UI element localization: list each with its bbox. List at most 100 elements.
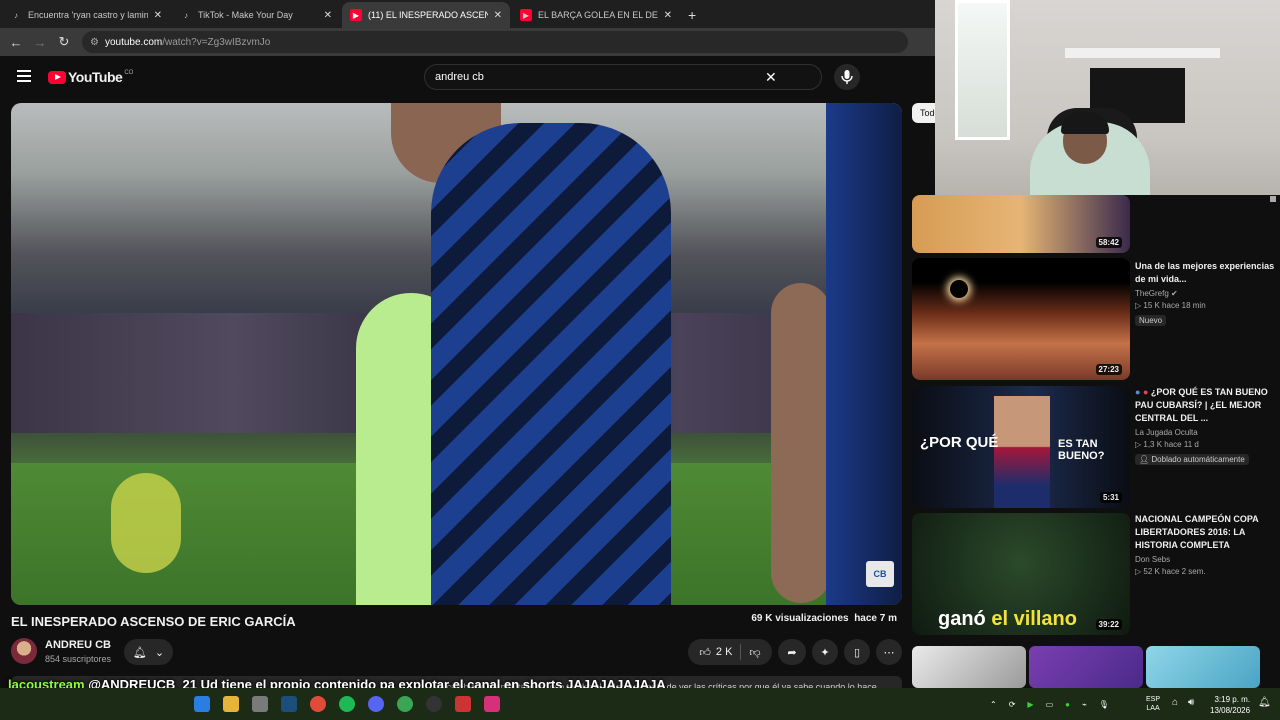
usb-icon[interactable]: ⌁ xyxy=(1082,700,1087,709)
related-video-title[interactable]: ● ● ¿POR QUÉ ES TAN BUENO PAU CUBARSÍ? |… xyxy=(1135,386,1275,425)
related-video-thumbnail[interactable]: 27:23 xyxy=(912,258,1130,380)
like-dislike-bar: 👍︎ 2 K 👎︎ xyxy=(688,639,772,665)
hamburger-menu-icon[interactable] xyxy=(17,70,31,82)
related-video-meta[interactable]: Una de las mejores experiencias de mi vi… xyxy=(1135,260,1275,328)
tab-title: TikTok - Make Your Day xyxy=(198,10,293,20)
eclipse-sun xyxy=(950,280,968,298)
system-clock[interactable]: 3:19 p. m. 13/08/2026 xyxy=(1210,694,1250,716)
room-window xyxy=(955,0,1010,140)
youtube-icon: ▶ xyxy=(350,9,362,21)
system-tray: ⌃ ⟳ ▶ ▭ ● ⌁ 🎙︎ xyxy=(990,688,1109,720)
reload-icon[interactable]: ↻ xyxy=(52,34,76,50)
discord-icon[interactable] xyxy=(368,696,384,712)
divider xyxy=(740,644,742,660)
close-icon[interactable]: ✕ xyxy=(324,10,332,21)
tiktok-icon: ♪ xyxy=(14,10,18,20)
related-video-meta[interactable]: ● ● ¿POR QUÉ ES TAN BUENO PAU CUBARSÍ? |… xyxy=(1135,386,1275,467)
youtube-logo[interactable]: YouTube CO xyxy=(48,69,133,85)
store-icon[interactable] xyxy=(252,696,268,712)
spotify-icon[interactable] xyxy=(339,696,355,712)
related-video-title[interactable]: NACIONAL CAMPEÓN COPA LIBERTADORES 2016:… xyxy=(1135,513,1275,552)
save-button[interactable]: ▯ xyxy=(844,639,870,665)
related-video-channel[interactable]: TheGrefg ✔ xyxy=(1135,289,1275,298)
tab-tiktok-search[interactable]: ♪ Encuentra 'ryan castro y lamine ✕ xyxy=(2,2,170,28)
thumbnail-text-left: ¿POR QUÉ xyxy=(920,434,999,451)
display-icon[interactable]: ▭ xyxy=(1046,700,1054,709)
notification-icon[interactable]: 🔔︎ xyxy=(1258,697,1271,708)
more-icon: ⋯ xyxy=(883,646,895,659)
headset xyxy=(1061,112,1109,134)
volume-icon[interactable]: 🔊︎ xyxy=(1188,697,1194,708)
video-player[interactable]: CB xyxy=(11,103,902,605)
short-thumbnail[interactable] xyxy=(1029,646,1143,688)
address-bar[interactable]: ⚙ youtube.com/watch?v=Zg3wIBzvmJo xyxy=(82,31,908,53)
app-icon[interactable] xyxy=(455,696,471,712)
file-explorer-icon[interactable] xyxy=(223,696,239,712)
duration-badge: 58:42 xyxy=(1095,237,1122,248)
thumbs-down-icon[interactable]: 👎︎ xyxy=(749,646,760,659)
play-icon[interactable]: ▶ xyxy=(1027,700,1033,709)
bell-icon: 🔔︎ xyxy=(132,646,147,659)
related-video-thumbnail[interactable]: 58:42 xyxy=(912,195,1130,253)
close-icon[interactable]: ✕ xyxy=(154,10,162,21)
network-icon[interactable]: ⌂ xyxy=(1172,697,1178,708)
chrome-profile-icon[interactable] xyxy=(397,696,413,712)
more-actions-button[interactable]: ⋯ xyxy=(876,639,902,665)
tab-youtube-barca[interactable]: ▶ EL BARÇA GOLEA EN EL DERBI ✕ xyxy=(512,2,680,28)
related-video-channel[interactable]: Don Sebs xyxy=(1135,555,1275,564)
related-video-thumbnail[interactable]: ganó el villano 39:22 xyxy=(912,513,1130,635)
thumbnail-caption: ganó el villano xyxy=(938,608,1077,630)
forward-arrow-icon[interactable]: → xyxy=(28,35,52,50)
steam-icon[interactable] xyxy=(281,696,297,712)
close-icon[interactable]: ✕ xyxy=(494,10,502,21)
windows-taskbar: ⌃ ⟳ ▶ ▭ ● ⌁ 🎙︎ ESP LAA ⌂ 🔊︎ 3:19 p. m. 13/… xyxy=(0,688,1280,720)
edge-icon[interactable] xyxy=(194,696,210,712)
ask-button[interactable]: ✦ xyxy=(812,639,838,665)
voice-search-button[interactable] xyxy=(834,64,860,90)
duration-badge: 27:23 xyxy=(1095,364,1122,375)
channel-watermark[interactable]: CB xyxy=(866,561,894,587)
input-language[interactable]: ESP LAA xyxy=(1146,695,1160,713)
chevron-up-icon[interactable]: ⌃ xyxy=(990,700,997,709)
flag-icon: ● xyxy=(1135,387,1141,397)
short-thumbnail[interactable] xyxy=(912,646,1026,688)
view-count: 69 K visualizaciones xyxy=(751,613,849,624)
subscription-bell-button[interactable]: 🔔︎ ⌄ xyxy=(124,639,173,665)
back-arrow-icon[interactable]: ← xyxy=(4,35,28,50)
update-icon[interactable]: ⟳ xyxy=(1009,700,1016,709)
related-video-meta[interactable]: NACIONAL CAMPEÓN COPA LIBERTADORES 2016:… xyxy=(1135,513,1275,576)
video-title: EL INESPERADO ASCENSO DE ERIC GARCÍA xyxy=(11,614,296,629)
tab-title: Encuentra 'ryan castro y lamine xyxy=(28,10,148,20)
chrome-icon[interactable] xyxy=(310,696,326,712)
search-input[interactable]: andreu cb ✕ xyxy=(424,64,1246,90)
inter-player-right xyxy=(826,103,902,605)
instagram-icon[interactable] xyxy=(484,696,500,712)
tab-tiktok[interactable]: ♪ TikTok - Make Your Day ✕ xyxy=(172,2,340,28)
related-video-title[interactable]: Una de las mejores experiencias de mi vi… xyxy=(1135,260,1275,286)
duration-badge: 39:22 xyxy=(1095,619,1122,630)
new-badge: Nuevo xyxy=(1135,315,1167,326)
like-button[interactable]: 👍︎ 2 K xyxy=(699,646,732,659)
channel-avatar[interactable] xyxy=(11,638,37,664)
short-thumbnail[interactable] xyxy=(1146,646,1260,688)
player-arm xyxy=(771,283,831,603)
close-icon[interactable]: ✕ xyxy=(664,10,672,21)
share-button[interactable]: ➦ xyxy=(778,639,806,665)
related-video-channel[interactable]: La Jugada Oculta xyxy=(1135,428,1275,437)
chip-all[interactable]: Todo xyxy=(912,103,936,123)
status-dot-icon[interactable]: ● xyxy=(1065,700,1070,709)
thumbs-up-icon: 👍︎ xyxy=(699,646,711,659)
new-tab-button[interactable]: + xyxy=(688,2,696,28)
dubbed-badge: 👤︎ Doblado automáticamente xyxy=(1135,454,1249,465)
flag-icon: ● xyxy=(1142,387,1149,397)
scrollbar-arrow[interactable] xyxy=(1270,196,1276,202)
obs-icon[interactable] xyxy=(426,696,442,712)
mic-tray-icon[interactable]: 🎙︎ xyxy=(1099,700,1109,709)
related-video-thumbnail[interactable]: ¿POR QUÉ ES TAN BUENO? 5:31 xyxy=(912,386,1130,508)
related-video-stats: ▷ 52 K hace 2 sem. xyxy=(1135,567,1206,576)
channel-name[interactable]: ANDREU CB xyxy=(45,639,111,651)
site-settings-icon[interactable]: ⚙ xyxy=(90,37,99,48)
tab-youtube-current[interactable]: ▶ (11) EL INESPERADO ASCENSO ✕ xyxy=(342,2,510,28)
clear-search-icon[interactable]: ✕ xyxy=(765,69,777,86)
browser-tab-strip: ♪ Encuentra 'ryan castro y lamine ✕ ♪ Ti… xyxy=(0,0,935,28)
